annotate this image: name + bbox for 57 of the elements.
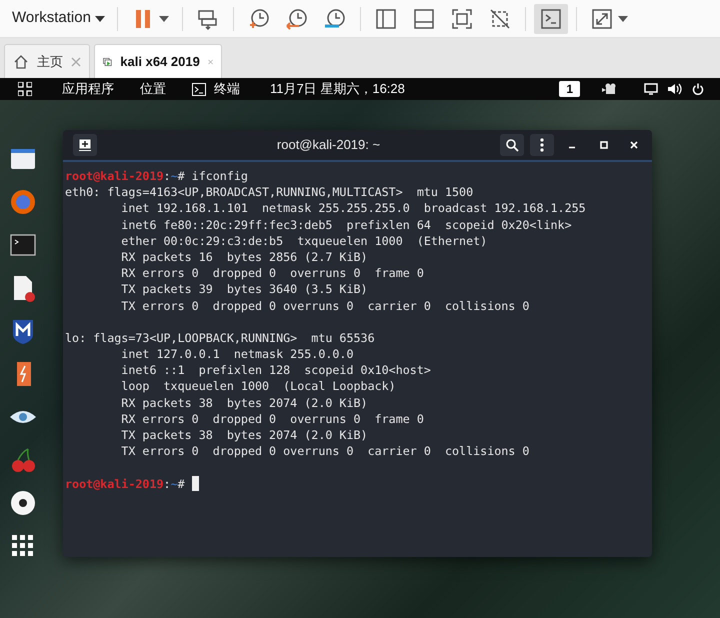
display-icon[interactable] [644,83,658,95]
power-icon[interactable] [692,83,704,95]
disc-icon[interactable] [8,488,38,518]
browser-icon[interactable] [8,187,38,217]
window-title: root@kali-2019: ~ [276,136,382,154]
search-icon [506,138,518,152]
sidebar-panel-icon [374,6,398,30]
output-line: inet6 ::1 prefixlen 128 scopeid 0x10<host> [120,362,431,378]
output-line: ether 00:0c:29:c3:de:b5 txqueuelen 1000 (Ethernet) [120,232,488,249]
prompt-user: root@kali-2019 [65,476,164,492]
workspace-indicator[interactable]: 1 [559,81,580,97]
search-button[interactable] [500,134,524,156]
console-button[interactable] [534,4,568,34]
caret-icon [94,16,105,22]
output-line: inet6 fe80::20c:29ff:fec3:deb5 prefixlen 64 scopeid 0x20<link> [120,216,572,233]
stretch-icon [590,6,614,30]
more-icon [540,138,544,152]
output-line: loop txqueuelen 1000 (Local Loopback) [120,378,396,395]
bottom-panel-icon [412,6,436,30]
caret-icon [158,16,169,22]
command-text: ifconfig [192,168,248,184]
menu-item[interactable]: 终端 [192,79,240,99]
output-line: RX packets 16 bytes 2856 (2.7 KiB) [120,248,368,266]
output-line: TX errors 0 dropped 0 overruns 0 carrier 0 collisions 0 [120,443,530,460]
console-icon [538,6,563,30]
grid-icon[interactable] [18,82,32,96]
output-line: TX errors 0 dropped 0 overruns 0 carrier 0 collisions 0 [120,298,530,314]
output-line: RX errors 0 dropped 0 overruns 0 frame 0 [120,410,424,427]
menu-item[interactable]: 位置 [140,79,166,99]
terminal-icon [192,82,206,96]
fullscreen-icon [450,6,474,30]
tab[interactable]: kali x64 2019 [94,44,222,78]
new-tab-icon [79,139,91,151]
menu-button[interactable] [530,134,554,156]
clock-arrow-icon [284,6,309,30]
output-line: lo: flags=73<UP,LOOPBACK,RUNNING> mtu 65536 [65,330,375,346]
crossed-window-icon [488,6,512,30]
output-line: RX packets 38 bytes 2074 (2.0 KiB) [120,394,368,411]
camera-icon[interactable] [602,83,618,95]
prompt-path: :~# [164,476,185,492]
output-line: RX errors 0 dropped 0 overruns 0 frame 0 [120,265,424,282]
menu-item[interactable]: 应用程序 [62,79,114,99]
output-line: eth0: flags=4163<UP,BROADCAST,RUNNING,MULTICAST> mtu 1500 [65,184,474,200]
new-tab-button[interactable] [73,134,97,156]
output-line: inet 127.0.0.1 netmask 255.0.0.0 [120,346,354,362]
workstation-menu[interactable]: Workstation [8,7,109,30]
output-line: TX packets 38 bytes 2074 (2.0 KiB) [120,427,368,444]
clock[interactable]: 11月7日 星期六，16:28 [270,79,405,99]
prompt-user: root@kali-2019 [65,168,164,184]
caret-icon [618,16,628,22]
home-icon [13,54,29,70]
tab[interactable]: 主页 [4,44,90,78]
volume-icon[interactable] [668,83,682,95]
prompt-path: :~# [164,168,185,184]
maximize-icon[interactable] [600,141,608,149]
output-line: TX packets 39 bytes 3640 (3.5 KiB) [120,281,368,298]
output-line: inet 192.168.1.101 netmask 255.255.255.0 broadcast 192.168.1.255 [120,200,586,217]
